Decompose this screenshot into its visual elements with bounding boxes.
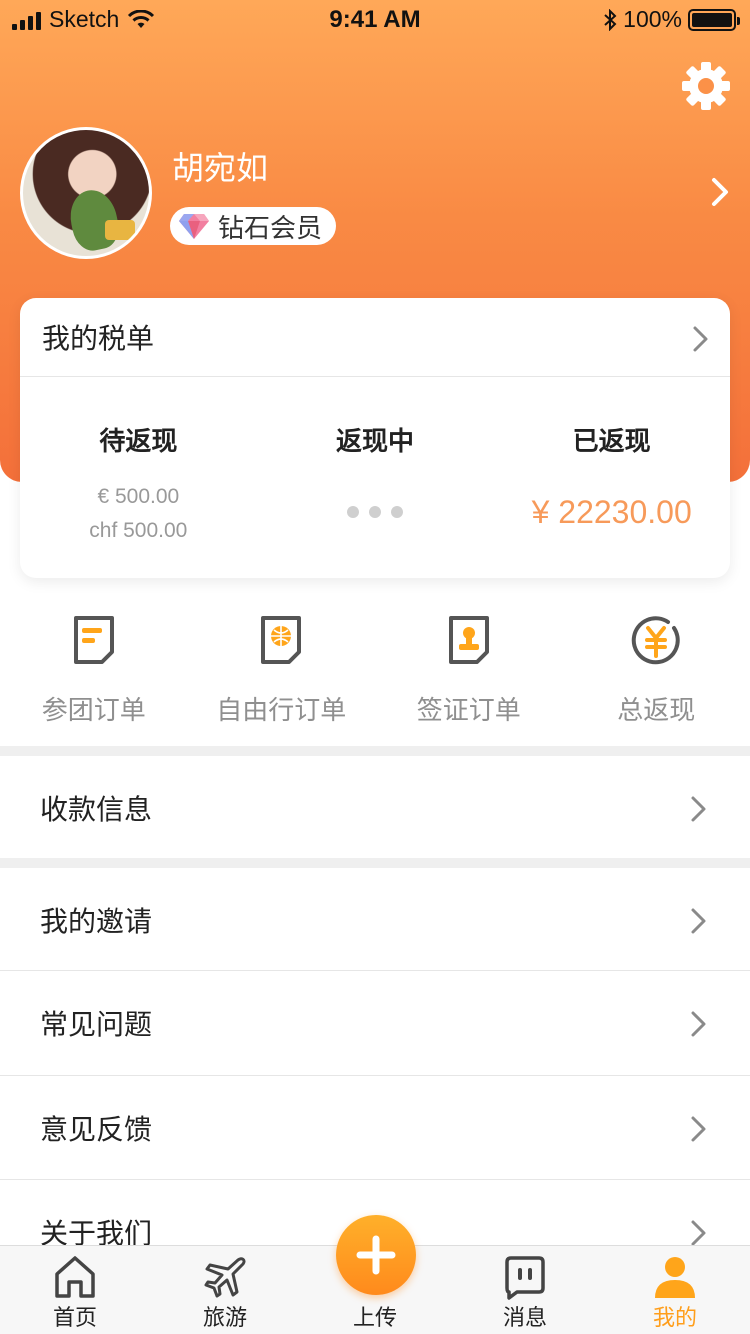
- menu-my-invites[interactable]: 我的邀请: [0, 868, 750, 972]
- completed-cashback-amount: ¥ 22230.00: [531, 494, 692, 530]
- chevron-right-icon: [691, 1011, 706, 1037]
- message-icon: [505, 1256, 545, 1300]
- tab-messages[interactable]: 消息: [450, 1246, 600, 1334]
- menu-feedback-label: 意见反馈: [40, 1113, 153, 1146]
- total-cashback-label: 总返现: [617, 696, 696, 726]
- tab-home-label: 首页: [52, 1306, 97, 1331]
- tax-bill-header[interactable]: 我的税单: [20, 298, 730, 377]
- member-badge: 钻石会员: [170, 207, 337, 245]
- tab-messages-label: 消息: [502, 1306, 547, 1331]
- group-order-button[interactable]: 参团订单: [0, 608, 188, 727]
- order-shortcuts: 参团订单 自由行订单 签证订单 总返现: [0, 608, 750, 727]
- user-icon: [655, 1257, 695, 1298]
- battery-percent: 100%: [623, 6, 682, 32]
- group-order-label: 参团订单: [41, 696, 146, 726]
- menu-my-invites-label: 我的邀请: [40, 905, 153, 938]
- section-divider: [0, 746, 750, 756]
- loading-dots-icon: [257, 506, 494, 518]
- tab-mine-label: 我的: [652, 1306, 697, 1331]
- chevron-right-icon: [691, 1116, 706, 1142]
- plus-icon: [356, 1235, 396, 1275]
- group-order-icon: [73, 616, 114, 664]
- chevron-right-icon: [691, 908, 706, 934]
- battery-icon: [688, 8, 740, 31]
- diamond-icon: [179, 214, 209, 239]
- home-icon: [55, 1256, 95, 1298]
- tab-travel[interactable]: 旅游: [150, 1246, 300, 1334]
- menu-faq[interactable]: 常见问题: [0, 971, 750, 1075]
- menu-payment-info-label: 收款信息: [40, 793, 153, 826]
- chevron-right-icon: [691, 1220, 706, 1246]
- upload-button[interactable]: [336, 1215, 416, 1295]
- menu-feedback[interactable]: 意见反馈: [0, 1076, 750, 1180]
- tab-mine[interactable]: 我的: [600, 1246, 750, 1334]
- free-travel-order-label: 自由行订单: [216, 696, 347, 726]
- chevron-right-icon: [691, 796, 706, 822]
- user-name: 胡宛如: [172, 149, 269, 187]
- visa-order-button[interactable]: 签证订单: [375, 608, 563, 727]
- completed-cashback-column[interactable]: 已返现 ¥ 22230.00: [493, 377, 730, 577]
- bluetooth-icon: [604, 8, 617, 31]
- tab-home[interactable]: 首页: [0, 1246, 150, 1334]
- status-bar: Sketch 9:41 AM 100%: [0, 0, 750, 40]
- visa-order-label: 签证订单: [416, 696, 521, 726]
- menu-payment-info[interactable]: 收款信息: [0, 756, 750, 860]
- free-travel-order-button[interactable]: 自由行订单: [188, 608, 376, 727]
- pending-cashback-title: 待返现: [99, 427, 178, 457]
- profile-chevron-right-icon[interactable]: [708, 176, 734, 208]
- in-progress-cashback-column[interactable]: 返现中: [257, 377, 494, 577]
- visa-order-icon: [448, 616, 489, 664]
- free-travel-order-icon: [261, 616, 302, 664]
- settings-gear-icon[interactable]: [680, 60, 732, 112]
- total-cashback-icon: [632, 616, 680, 665]
- in-progress-cashback-title: 返现中: [336, 427, 415, 457]
- completed-cashback-title: 已返现: [572, 427, 651, 457]
- pending-amount-chf: chf 500.00: [89, 519, 188, 542]
- avatar[interactable]: [20, 127, 152, 259]
- member-level: 钻石会员: [218, 213, 323, 244]
- total-cashback-button[interactable]: 总返现: [563, 608, 750, 727]
- pending-amount-eur: € 500.00: [97, 485, 180, 508]
- airplane-icon: [204, 1257, 246, 1298]
- tab-travel-label: 旅游: [202, 1306, 247, 1331]
- pending-cashback-column[interactable]: 待返现 € 500.00 chf 500.00: [20, 377, 257, 577]
- tax-bill-card: 我的税单 待返现 € 500.00 chf 500.00 返现中 已返现 ¥ 2…: [20, 298, 730, 578]
- tab-upload-label: 上传: [352, 1306, 397, 1331]
- section-divider: [0, 858, 750, 868]
- chevron-right-icon: [693, 326, 708, 352]
- tax-bill-title: 我的税单: [42, 322, 155, 355]
- menu-faq-label: 常见问题: [40, 1008, 153, 1041]
